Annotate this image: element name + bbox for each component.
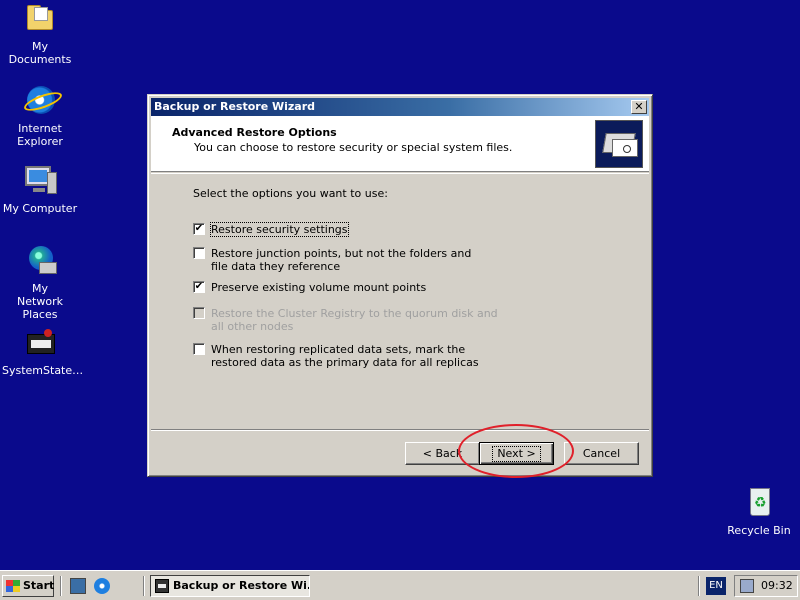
checkbox-restore-junction-points[interactable] xyxy=(193,247,205,259)
backup-restore-wizard-window: Backup or Restore Wizard ✕ Advanced Rest… xyxy=(147,94,653,477)
taskbar-separator xyxy=(60,576,62,596)
page-title: Advanced Restore Options xyxy=(172,126,337,139)
system-tray: 09:32 xyxy=(734,575,798,597)
backup-file-icon xyxy=(23,326,57,360)
backup-tape-icon xyxy=(595,120,643,168)
checkbox-restore-cluster-registry xyxy=(193,307,205,319)
cancel-button-label: Cancel xyxy=(582,447,621,460)
clock[interactable]: 09:32 xyxy=(761,576,793,596)
back-button-label: < Back xyxy=(422,447,463,460)
checkbox-mark-primary-replica[interactable] xyxy=(193,343,205,355)
start-label: Start xyxy=(23,579,55,592)
windows-logo-icon xyxy=(6,580,20,592)
desktop-icon-label: My Documents xyxy=(8,40,72,66)
recycle-bin-icon: ♻ xyxy=(742,486,776,520)
cancel-button[interactable]: Cancel xyxy=(564,442,639,465)
desktop-icon-label: My Network Places xyxy=(17,282,63,321)
window-titlebar[interactable]: Backup or Restore Wizard ✕ xyxy=(151,98,649,116)
option-label: Preserve existing volume mount points xyxy=(211,281,427,294)
language-indicator[interactable]: EN xyxy=(706,577,726,595)
footer-divider xyxy=(151,429,649,431)
option-label: Restore security settings xyxy=(210,222,349,237)
internet-explorer-icon xyxy=(23,84,57,118)
taskbar-button-label: Backup or Restore Wi... xyxy=(173,579,310,592)
folder-icon xyxy=(23,2,57,36)
close-icon: ✕ xyxy=(634,100,644,113)
backup-app-icon xyxy=(155,579,169,593)
taskbar: Start Backup or Restore Wi... EN 09:32 xyxy=(0,570,800,600)
next-button-label: Next > xyxy=(492,446,541,462)
computer-icon xyxy=(23,164,57,198)
taskbar-separator xyxy=(698,576,700,596)
next-button[interactable]: Next > xyxy=(479,442,554,465)
start-button[interactable]: Start xyxy=(2,575,54,597)
header-divider xyxy=(151,173,649,174)
options-prompt: Select the options you want to use: xyxy=(193,187,388,200)
desktop-icon-label: Recycle Bin xyxy=(727,524,791,537)
page-subtitle: You can choose to restore security or sp… xyxy=(194,141,513,154)
desktop-icon-my-network-places[interactable]: My Network Places xyxy=(0,244,80,321)
desktop-icon-internet-explorer[interactable]: Internet Explorer xyxy=(0,84,80,148)
option-label: Restore the Cluster Registry to the quor… xyxy=(211,307,498,333)
desktop-icon-recycle-bin[interactable]: ♻ Recycle Bin xyxy=(719,486,799,537)
taskbar-button-backup-wizard[interactable]: Backup or Restore Wi... xyxy=(150,575,310,597)
desktop-icon-my-documents[interactable]: My Documents xyxy=(0,2,80,66)
desktop-icon-systemstate[interactable]: SystemState… xyxy=(0,326,84,377)
window-title: Backup or Restore Wizard xyxy=(154,100,316,113)
desktop-icon-my-computer[interactable]: My Computer xyxy=(0,164,80,215)
show-desktop-icon[interactable] xyxy=(70,578,86,594)
network-places-icon xyxy=(23,244,57,278)
close-button[interactable]: ✕ xyxy=(631,100,647,114)
network-status-icon[interactable] xyxy=(740,579,754,593)
desktop-icon-label: SystemState… xyxy=(2,364,84,377)
back-button[interactable]: < Back xyxy=(405,442,480,465)
option-label: When restoring replicated data sets, mar… xyxy=(211,343,479,369)
checkbox-restore-security[interactable]: ✔ xyxy=(193,223,205,235)
wizard-header: Advanced Restore Options You can choose … xyxy=(151,116,649,172)
option-label: Restore junction points, but not the fol… xyxy=(211,247,472,273)
quick-launch-ie-icon[interactable] xyxy=(94,578,110,594)
desktop-icon-label: Internet Explorer xyxy=(17,122,63,148)
desktop-icon-label: My Computer xyxy=(2,202,78,215)
taskbar-separator xyxy=(143,576,145,596)
checkbox-preserve-mount-points[interactable]: ✔ xyxy=(193,281,205,293)
